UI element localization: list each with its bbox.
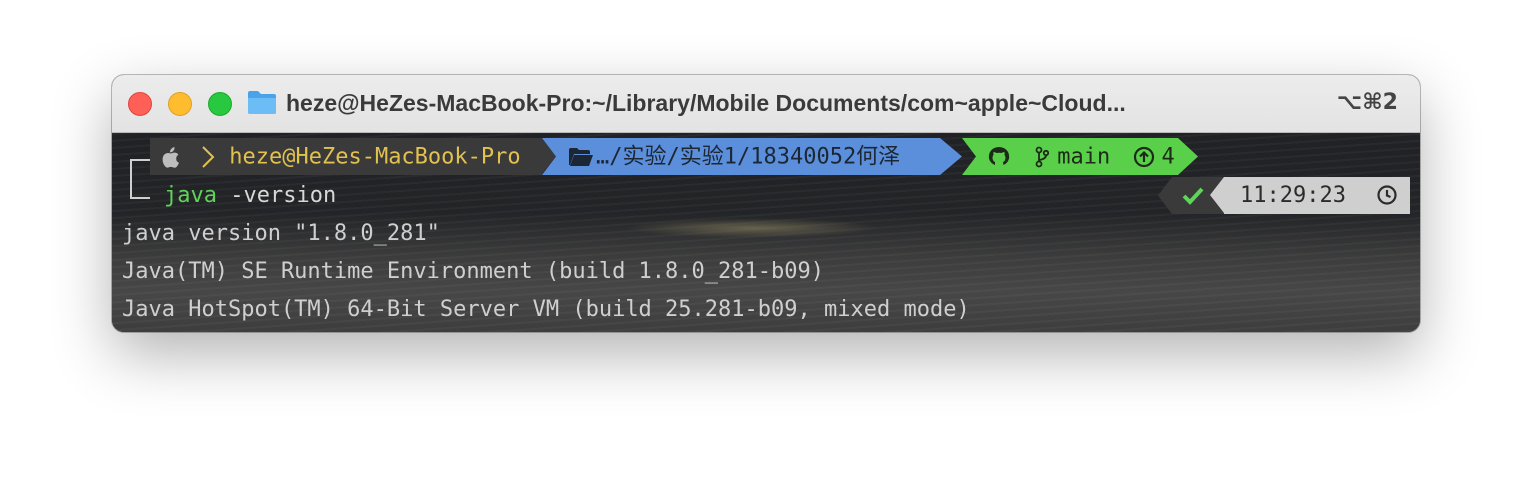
terminal-window: heze@HeZes-MacBook-Pro:~/Library/Mobile … bbox=[112, 75, 1420, 332]
command-args: -version bbox=[230, 183, 337, 208]
command-line: java -version bbox=[164, 179, 336, 213]
window-title: heze@HeZes-MacBook-Pro:~/Library/Mobile … bbox=[286, 90, 1126, 116]
minimize-button[interactable] bbox=[168, 92, 192, 116]
status-time-arrow bbox=[1210, 177, 1224, 213]
command-name: java bbox=[164, 183, 217, 208]
prompt-path: …/实验/实验1/18340052何泽 bbox=[596, 144, 901, 170]
folder-icon bbox=[248, 91, 276, 114]
title-bar: heze@HeZes-MacBook-Pro:~/Library/Mobile … bbox=[112, 75, 1420, 133]
prompt-path-segment: …/实验/实验1/18340052何泽 bbox=[542, 138, 962, 175]
prompt-user-host: heze@HeZes-MacBook-Pro bbox=[229, 144, 521, 170]
clock-icon bbox=[1377, 185, 1397, 205]
apple-icon bbox=[162, 147, 179, 168]
prompt-frame-bottom bbox=[130, 191, 150, 199]
prompt-branch: main bbox=[1057, 144, 1111, 170]
zoom-button[interactable] bbox=[208, 92, 232, 116]
prompt-user-segment: heze@HeZes-MacBook-Pro bbox=[150, 138, 542, 175]
output-line: java version "1.8.0_281" bbox=[122, 221, 440, 246]
prompt-status: 11:29:23 bbox=[1158, 177, 1410, 214]
output-line: Java HotSpot(TM) 64-Bit Server VM (build… bbox=[122, 297, 970, 322]
github-icon bbox=[988, 147, 1010, 165]
git-branch-icon bbox=[1035, 146, 1050, 168]
check-icon bbox=[1182, 187, 1204, 205]
status-time-segment: 11:29:23 bbox=[1224, 177, 1410, 214]
close-button[interactable] bbox=[128, 92, 152, 116]
window-shortcut: ⌥⌘2 bbox=[1336, 90, 1398, 115]
prompt-ahead-count: 4 bbox=[1161, 144, 1175, 170]
prompt-git-segment: main 4 bbox=[962, 138, 1198, 175]
chevron-right-icon bbox=[202, 146, 215, 168]
prompt-time: 11:29:23 bbox=[1240, 183, 1346, 208]
terminal-content[interactable]: heze@HeZes-MacBook-Pro …/实验/实验1/18340052… bbox=[112, 133, 1420, 332]
folder-open-icon bbox=[569, 148, 593, 166]
arrow-up-circle-icon bbox=[1134, 146, 1155, 168]
output-line: Java(TM) SE Runtime Environment (build 1… bbox=[122, 259, 824, 284]
